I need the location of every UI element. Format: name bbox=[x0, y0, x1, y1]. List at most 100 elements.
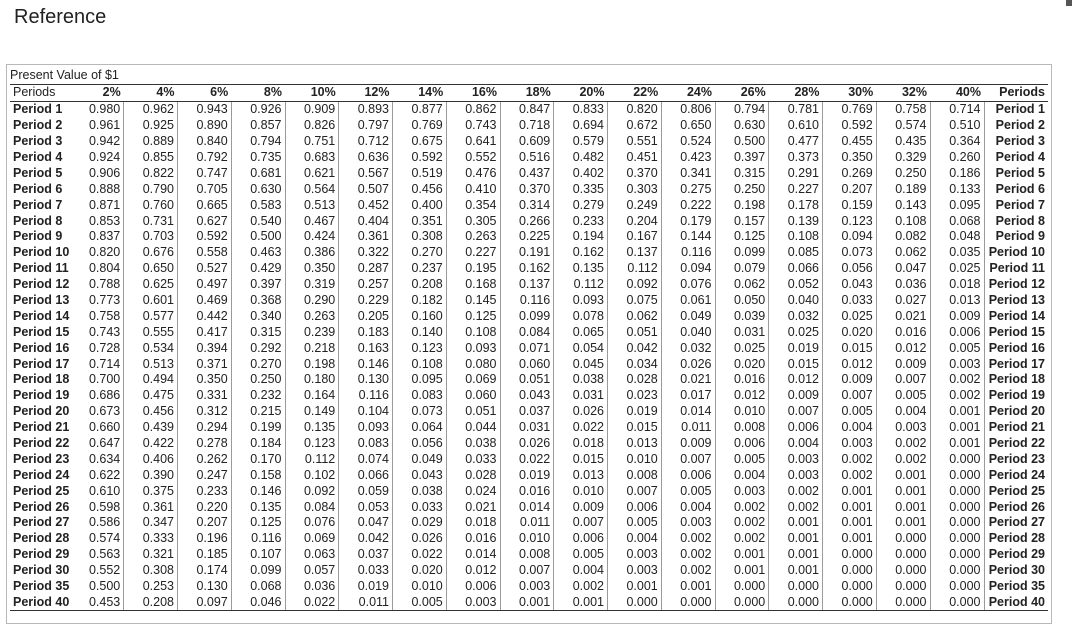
pv-cell: 0.004 bbox=[822, 419, 877, 436]
table-row: Period 5 0.906 0.822 0.747 0.681 0.621 0.567 0.… bbox=[10, 165, 1048, 182]
row-period-label-right: Period 25 bbox=[983, 483, 1048, 500]
pv-cell: 0.540 bbox=[230, 213, 285, 230]
pv-cell: 0.314 bbox=[499, 197, 554, 214]
pv-cell: 0.453 bbox=[70, 594, 124, 612]
pv-cell: 0.364 bbox=[929, 133, 984, 150]
pv-cell: 0.003 bbox=[822, 435, 877, 452]
pv-cell: 0.082 bbox=[875, 229, 930, 245]
pv-cell: 0.263 bbox=[445, 229, 500, 245]
row-period-label-right: Period 27 bbox=[983, 515, 1048, 531]
pv-cell: 0.022 bbox=[499, 451, 554, 468]
pv-cell: 0.048 bbox=[929, 229, 984, 245]
header-rate: 28% bbox=[768, 84, 823, 102]
pv-cell: 0.015 bbox=[822, 340, 877, 357]
pv-cell: 0.769 bbox=[822, 101, 877, 118]
pv-cell: 0.029 bbox=[392, 515, 447, 531]
pv-cell: 0.021 bbox=[445, 499, 500, 516]
pv-cell: 0.586 bbox=[88, 515, 121, 530]
table-row: Period 35 0.500 0.253 0.130 0.068 0.036 0.019 0… bbox=[10, 578, 1048, 595]
table-caption: Present Value of $1 bbox=[10, 68, 119, 82]
pv-cell: 0.040 bbox=[660, 324, 715, 341]
pv-cell: 0.020 bbox=[822, 324, 877, 341]
pv-cell: 0.354 bbox=[445, 197, 500, 214]
pv-cell: 0.093 bbox=[553, 292, 608, 309]
pv-cell: 0.013 bbox=[553, 467, 608, 484]
pv-cell: 0.008 bbox=[607, 467, 662, 484]
pv-cell: 0.019 bbox=[499, 467, 554, 484]
pv-cell: 0.456 bbox=[392, 181, 447, 198]
pv-cell: 0.093 bbox=[445, 340, 500, 357]
pv-cell: 0.397 bbox=[714, 149, 769, 166]
table-row: Period 23 0.634 0.406 0.262 0.170 0.112 0.074 0… bbox=[10, 451, 1048, 468]
table-row: Period 29 0.563 0.321 0.185 0.107 0.063 0.037 0… bbox=[10, 546, 1048, 563]
pv-cell: 0.290 bbox=[284, 292, 339, 309]
pv-cell: 0.028 bbox=[607, 372, 662, 388]
pv-cell: 0.439 bbox=[123, 419, 178, 436]
pv-cell: 0.249 bbox=[607, 197, 662, 214]
pv-cell: 0.400 bbox=[392, 197, 447, 214]
table-row: Period 20 0.673 0.456 0.312 0.215 0.149 0.104 0… bbox=[10, 403, 1048, 420]
pv-cell: 0.033 bbox=[822, 292, 877, 309]
pv-cell: 0.003 bbox=[768, 467, 823, 484]
header-rate: 18% bbox=[500, 84, 554, 102]
pv-cell: 0.002 bbox=[714, 499, 769, 516]
pv-cell: 0.002 bbox=[714, 530, 769, 547]
pv-cell: 0.079 bbox=[714, 260, 769, 277]
pv-cell: 0.574 bbox=[88, 531, 121, 546]
pv-cell: 0.270 bbox=[392, 244, 447, 261]
pv-cell: 0.552 bbox=[445, 149, 500, 166]
pv-cell: 0.007 bbox=[660, 451, 715, 468]
pv-cell: 0.054 bbox=[553, 340, 608, 357]
pv-cell: 0.009 bbox=[929, 308, 984, 325]
pv-cell: 0.319 bbox=[284, 276, 339, 293]
pv-cell: 0.130 bbox=[338, 372, 393, 388]
pv-cell: 0.552 bbox=[88, 563, 121, 578]
pv-cell: 0.527 bbox=[177, 260, 232, 277]
pv-cell: 0.368 bbox=[230, 292, 285, 309]
pv-cell: 0.146 bbox=[338, 356, 393, 373]
pv-cell: 0.564 bbox=[284, 181, 339, 198]
pv-cell: 0.743 bbox=[445, 117, 500, 134]
pv-cell: 0.085 bbox=[768, 244, 823, 261]
pv-cell: 0.022 bbox=[392, 546, 447, 563]
pv-cell: 0.747 bbox=[177, 165, 232, 182]
pv-cell: 0.025 bbox=[822, 308, 877, 325]
pv-cell: 0.312 bbox=[177, 403, 232, 420]
pv-cell: 0.001 bbox=[822, 530, 877, 547]
pv-cell: 0.467 bbox=[284, 213, 339, 230]
pv-cell: 0.003 bbox=[445, 594, 500, 612]
pv-cell: 0.074 bbox=[338, 451, 393, 468]
pv-cell: 0.007 bbox=[553, 515, 608, 531]
header-rate: 26% bbox=[715, 84, 769, 102]
table-row: Period 11 0.804 0.650 0.527 0.429 0.350 0.287 0… bbox=[10, 260, 1048, 277]
pv-cell: 0.000 bbox=[714, 594, 769, 612]
pv-cell: 0.002 bbox=[875, 435, 930, 452]
row-period-label: Period 17 bbox=[13, 356, 70, 371]
pv-cell: 0.010 bbox=[553, 483, 608, 500]
pv-cell: 0.035 bbox=[929, 244, 984, 261]
pv-cell: 0.962 bbox=[123, 101, 178, 118]
pv-cell: 0.250 bbox=[230, 372, 285, 388]
pv-cell: 0.019 bbox=[607, 403, 662, 420]
pv-cell: 0.292 bbox=[230, 340, 285, 357]
pv-cell: 0.025 bbox=[768, 324, 823, 341]
table-row: Period 1 0.980 0.962 0.943 0.926 0.909 0.893 0.… bbox=[10, 101, 1048, 118]
pv-cell: 0.305 bbox=[445, 213, 500, 230]
pv-cell: 0.208 bbox=[123, 594, 178, 612]
pv-cell: 0.078 bbox=[553, 308, 608, 325]
pv-cell: 0.000 bbox=[929, 562, 984, 579]
row-period-label: Period 7 bbox=[13, 197, 63, 212]
pv-cell: 0.006 bbox=[553, 530, 608, 547]
row-period-label: Period 29 bbox=[13, 547, 70, 562]
row-period-label-right: Period 9 bbox=[983, 229, 1048, 245]
pv-cell: 0.703 bbox=[123, 229, 178, 245]
pv-cell: 0.207 bbox=[822, 181, 877, 198]
pv-cell: 0.002 bbox=[822, 451, 877, 468]
pv-cell: 0.018 bbox=[929, 276, 984, 293]
row-period-label: Period 35 bbox=[13, 579, 70, 594]
pv-cell: 0.000 bbox=[929, 594, 984, 612]
pv-cell: 0.180 bbox=[284, 372, 339, 388]
pv-cell: 0.007 bbox=[822, 387, 877, 404]
pv-cell: 0.135 bbox=[553, 260, 608, 277]
pv-cell: 0.370 bbox=[607, 165, 662, 182]
